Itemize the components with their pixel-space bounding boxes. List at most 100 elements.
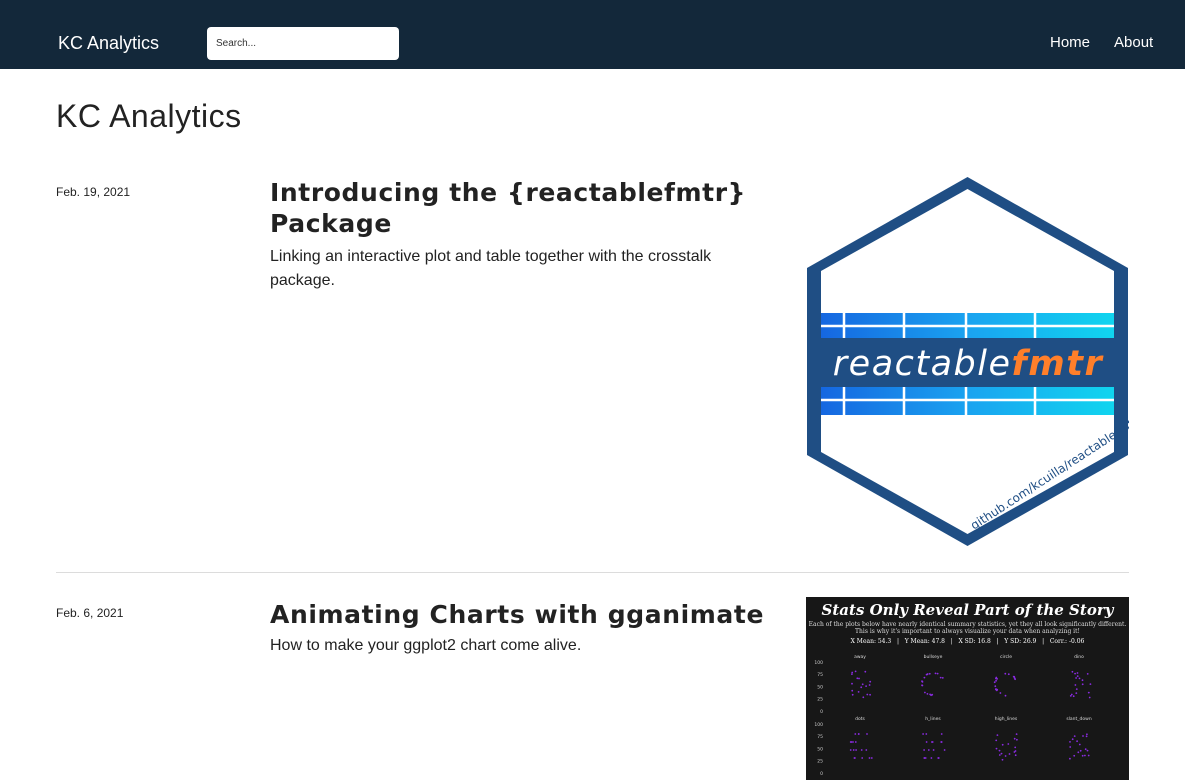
scatter-point: [858, 677, 860, 680]
scatter-point: [1013, 675, 1016, 678]
scatter-point: [1085, 735, 1088, 738]
scatter-point: [1007, 743, 1010, 745]
post-item: Feb. 19, 2021 Introducing the {reactable…: [56, 175, 1140, 573]
scatter-point: [921, 680, 923, 683]
scatter-point: [1014, 746, 1017, 749]
scatter-point: [926, 673, 929, 676]
post-thumbnail-link[interactable]: Stats Only Reveal Part of the Story Each…: [806, 597, 1129, 780]
panel-label: away: [854, 655, 866, 660]
scatter-point: [1087, 691, 1090, 694]
scatter-point: [854, 741, 857, 743]
post-description: How to make your ggplot2 chart come aliv…: [270, 637, 582, 654]
y-tick-label: 75: [817, 672, 823, 678]
panel-label: slant_down: [1066, 716, 1092, 722]
scatter-point: [924, 691, 926, 694]
y-tick-label: 25: [817, 697, 823, 703]
scatter-point: [866, 733, 868, 735]
scatter-point: [857, 733, 860, 735]
scatter-point: [851, 682, 853, 685]
scatter-point: [854, 733, 857, 735]
scatter-point: [860, 686, 863, 689]
scatter-point: [999, 692, 1002, 694]
scatter-point: [1016, 738, 1018, 741]
panel-label: high_lines: [995, 716, 1018, 722]
scatter-point: [1075, 688, 1078, 690]
scatter-point: [1074, 684, 1077, 686]
scatter-point: [1075, 677, 1077, 679]
navbar: KC Analytics Home About: [0, 0, 1185, 69]
scatter-point: [996, 734, 999, 736]
scatter-point: [1076, 672, 1079, 674]
scatter-point: [1087, 754, 1090, 757]
scatter-point: [1076, 675, 1079, 677]
search-input[interactable]: [207, 27, 399, 60]
logo-text-suffix: fmtr: [1012, 344, 1105, 384]
scatter-point: [868, 757, 871, 759]
scatter-point: [861, 757, 864, 759]
scatter-point: [870, 757, 873, 759]
scatter-point: [849, 749, 852, 751]
scatter-point: [1071, 738, 1074, 741]
scatter-point: [937, 757, 940, 759]
scatter-point: [1073, 754, 1076, 757]
scatter-point: [925, 733, 928, 735]
scatter-point: [1004, 672, 1007, 675]
scatter-point: [1089, 683, 1092, 685]
scatter-point: [994, 685, 997, 688]
y-tick-label: 50: [817, 746, 823, 752]
post-title-link[interactable]: Introducing the {reactablefmtr} Package: [270, 177, 750, 239]
scatter-point: [1071, 670, 1074, 673]
y-tick-label: 100: [814, 660, 823, 666]
scatter-point: [1074, 672, 1076, 675]
scatter-point: [1004, 755, 1007, 757]
scatter-point: [1075, 692, 1078, 694]
scatter-point: [930, 757, 933, 759]
scatter-point: [922, 733, 924, 735]
post-date: Feb. 19, 2021: [56, 185, 131, 199]
scatter-point: [940, 741, 943, 743]
scatter-point: [1088, 696, 1091, 699]
scatter-point: [1069, 757, 1071, 760]
post-item: Feb. 6, 2021 Animating Charts with ggani…: [56, 597, 1129, 780]
svg-text:reactablefmtr: reactablefmtr: [833, 344, 1105, 384]
scatter-point: [943, 749, 946, 751]
scatter-point: [1084, 754, 1086, 757]
y-tick-label: 50: [817, 684, 823, 690]
scatter-point: [927, 749, 930, 751]
panel-label: circle: [1000, 654, 1012, 660]
scatter-point: [1076, 740, 1078, 743]
page-title: KC Analytics: [56, 98, 242, 134]
y-tick-label: 0: [820, 771, 823, 777]
nav-home-link[interactable]: Home: [1050, 34, 1090, 51]
scatter-point: [995, 679, 997, 682]
post-title-link[interactable]: Animating Charts with gganimate: [270, 599, 790, 630]
scatter-point: [864, 670, 867, 673]
scatter-point: [925, 741, 928, 743]
post-thumbnail-link[interactable]: reactablefmtr github.com/kcuilla/reactab…: [806, 175, 1140, 548]
scatter-point: [995, 689, 998, 692]
scatter-point: [1013, 737, 1016, 740]
scatter-point: [1072, 695, 1075, 698]
scatter-point: [869, 693, 871, 696]
scatter-point: [1078, 677, 1081, 680]
scatter-point: [852, 741, 854, 743]
scatter-point: [930, 694, 932, 697]
scatter-point: [1082, 735, 1084, 737]
scatter-point: [868, 684, 871, 686]
scatter-point: [861, 683, 864, 686]
brand-link[interactable]: KC Analytics: [58, 33, 159, 54]
scatter-point: [1008, 753, 1011, 755]
scatter-point: [865, 685, 867, 687]
scatter-point: [936, 672, 939, 675]
scatter-point: [1001, 758, 1004, 761]
panel-label: bullseye: [924, 654, 943, 660]
scatter-point: [1001, 743, 1004, 746]
scatter-point: [926, 693, 929, 695]
scatter-point: [1000, 752, 1003, 755]
nav-about-link[interactable]: About: [1114, 34, 1153, 51]
scatter-point: [998, 754, 1001, 756]
scatter-point: [851, 673, 853, 675]
scatter-point: [1014, 678, 1016, 681]
scatter-point: [1086, 673, 1089, 675]
scatter-point: [923, 757, 926, 759]
